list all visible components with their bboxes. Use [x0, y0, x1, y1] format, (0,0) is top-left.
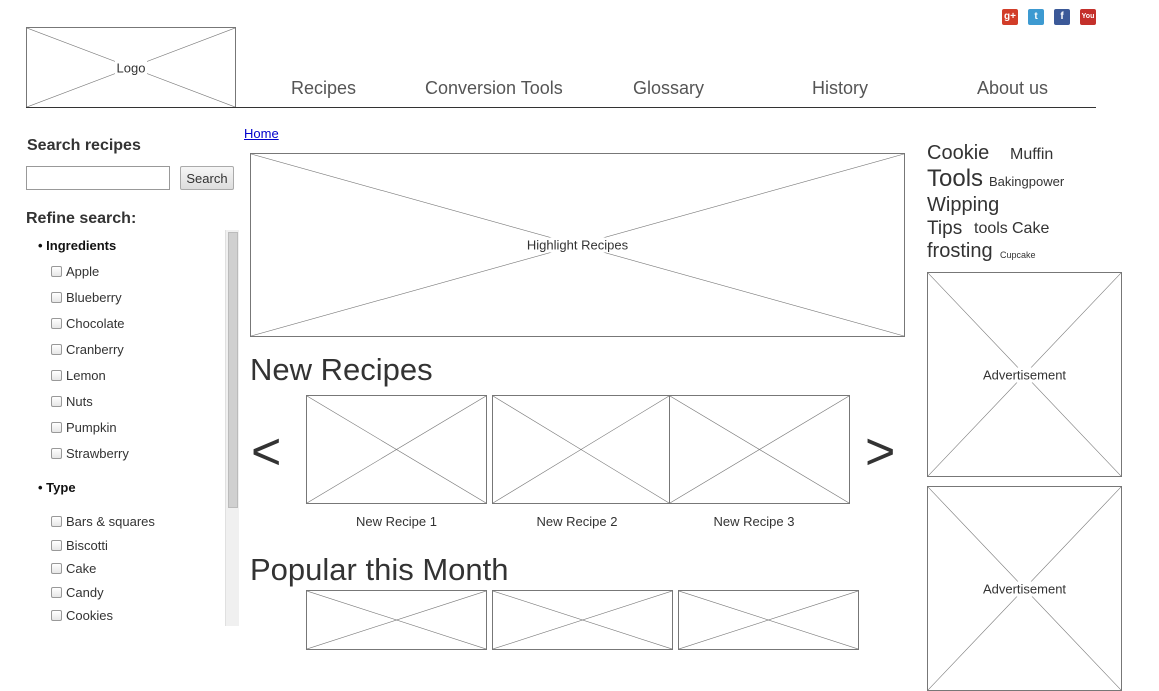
- popular-recipe-3-image[interactable]: [678, 590, 859, 650]
- bullet-icon: •: [38, 480, 47, 495]
- filter-checkbox[interactable]: [51, 292, 62, 303]
- filter-option-label: Lemon: [66, 368, 106, 383]
- new-recipe-2-image[interactable]: [492, 395, 670, 504]
- nav-history[interactable]: History: [812, 78, 868, 99]
- search-button[interactable]: Search: [180, 166, 234, 190]
- filter-option[interactable]: Cookies: [51, 608, 113, 623]
- refine-title: Refine search:: [26, 210, 137, 227]
- filter-option-label: Cookies: [66, 608, 113, 623]
- popular-recipe-2-image[interactable]: [492, 590, 673, 650]
- filter-checkbox[interactable]: [51, 563, 62, 574]
- filter-option-label: Chocolate: [66, 316, 125, 331]
- filter-option-label: Cranberry: [66, 342, 124, 357]
- filter-option-label: Pumpkin: [66, 420, 117, 435]
- filter-checkbox[interactable]: [51, 540, 62, 551]
- tag-tools-small[interactable]: tools: [974, 220, 1008, 238]
- filter-option[interactable]: Lemon: [51, 368, 106, 383]
- advertisement-2-label: Advertisement: [980, 581, 1069, 596]
- search-title: Search recipes: [27, 137, 141, 154]
- filter-option-label: Apple: [66, 264, 100, 279]
- filter-option-label: Nuts: [66, 394, 93, 409]
- filter-scrollbar[interactable]: [225, 230, 239, 626]
- advertisement-2[interactable]: Advertisement: [927, 486, 1122, 691]
- new-recipes-title: New Recipes: [250, 352, 433, 387]
- filter-option-label: Strawberry: [66, 446, 129, 461]
- filter-option-label: Cake: [66, 561, 97, 576]
- tag-cake[interactable]: Cake: [1012, 220, 1049, 238]
- filter-group-label: Type: [46, 480, 76, 495]
- nav-glossary[interactable]: Glossary: [633, 78, 704, 99]
- filter-checkbox[interactable]: [51, 396, 62, 407]
- carousel-prev-arrow[interactable]: <: [251, 422, 281, 482]
- filter-option[interactable]: Nuts: [51, 394, 93, 409]
- filter-option-label: Candy: [66, 585, 104, 600]
- nav-conversion-tools[interactable]: Conversion Tools: [425, 78, 563, 99]
- filter-option[interactable]: Strawberry: [51, 446, 129, 461]
- search-input[interactable]: [26, 166, 170, 190]
- filter-option-label: Biscotti: [66, 538, 108, 553]
- new-recipe-2-caption[interactable]: New Recipe 2: [492, 514, 662, 529]
- filter-option[interactable]: Apple: [51, 264, 99, 279]
- filter-option[interactable]: Candy: [51, 585, 104, 600]
- filter-group-title: • Ingredients: [38, 238, 116, 253]
- filter-checkbox[interactable]: [51, 516, 62, 527]
- header-divider: [26, 107, 1096, 108]
- filter-scrollbar-thumb[interactable]: [228, 232, 238, 508]
- filter-checkbox[interactable]: [51, 587, 62, 598]
- filter-option[interactable]: Pumpkin: [51, 420, 117, 435]
- popular-title: Popular this Month: [250, 552, 509, 587]
- new-recipe-1-caption[interactable]: New Recipe 1: [306, 514, 487, 529]
- nav-about-us[interactable]: About us: [977, 78, 1048, 99]
- tag-muffin[interactable]: Muffin: [1010, 146, 1053, 164]
- highlight-recipes[interactable]: Highlight Recipes: [250, 153, 905, 337]
- twitter-icon[interactable]: t: [1028, 9, 1044, 25]
- filter-checkbox[interactable]: [51, 318, 62, 329]
- carousel-next-arrow[interactable]: >: [865, 422, 895, 482]
- logo[interactable]: Logo: [26, 27, 236, 108]
- filter-group-label: Ingredients: [46, 238, 117, 253]
- filter-option-label: Bars & squares: [66, 514, 155, 529]
- facebook-icon[interactable]: f: [1054, 9, 1070, 25]
- tag-frosting[interactable]: frosting: [927, 240, 993, 263]
- filter-option-label: Blueberry: [66, 290, 122, 305]
- filter-checkbox[interactable]: [51, 422, 62, 433]
- logo-label: Logo: [114, 60, 148, 75]
- filter-option[interactable]: Cake: [51, 561, 96, 576]
- advertisement-1[interactable]: Advertisement: [927, 272, 1122, 477]
- new-recipe-3-image[interactable]: [669, 395, 850, 504]
- filter-option[interactable]: Blueberry: [51, 290, 122, 305]
- tag-wipping[interactable]: Wipping: [927, 194, 999, 217]
- advertisement-1-label: Advertisement: [980, 367, 1069, 382]
- google-plus-icon[interactable]: g+: [1002, 9, 1018, 25]
- filter-checkbox[interactable]: [51, 370, 62, 381]
- breadcrumb-home[interactable]: Home: [244, 126, 279, 141]
- filter-option[interactable]: Biscotti: [51, 538, 108, 553]
- filter-group-title: • Type: [38, 480, 76, 495]
- bullet-icon: •: [38, 238, 47, 253]
- tag-cupcake[interactable]: Cupcake: [1000, 250, 1036, 260]
- filter-option[interactable]: Chocolate: [51, 316, 125, 331]
- filter-option[interactable]: Bars & squares: [51, 514, 155, 529]
- tag-bakingpower[interactable]: Bakingpower: [989, 174, 1064, 189]
- filter-checkbox[interactable]: [51, 448, 62, 459]
- tag-cookie[interactable]: Cookie: [927, 142, 989, 165]
- tag-tips[interactable]: Tips: [927, 218, 962, 240]
- filter-checkbox[interactable]: [51, 266, 62, 277]
- new-recipe-3-caption[interactable]: New Recipe 3: [669, 514, 839, 529]
- filter-checkbox[interactable]: [51, 610, 62, 621]
- filter-option[interactable]: Cranberry: [51, 342, 124, 357]
- tag-tools[interactable]: Tools: [927, 165, 983, 193]
- highlight-label: Highlight Recipes: [524, 237, 631, 253]
- popular-recipe-1-image[interactable]: [306, 590, 487, 650]
- nav-recipes[interactable]: Recipes: [291, 78, 356, 99]
- new-recipe-1-image[interactable]: [306, 395, 487, 504]
- youtube-icon[interactable]: You: [1080, 9, 1096, 25]
- filter-checkbox[interactable]: [51, 344, 62, 355]
